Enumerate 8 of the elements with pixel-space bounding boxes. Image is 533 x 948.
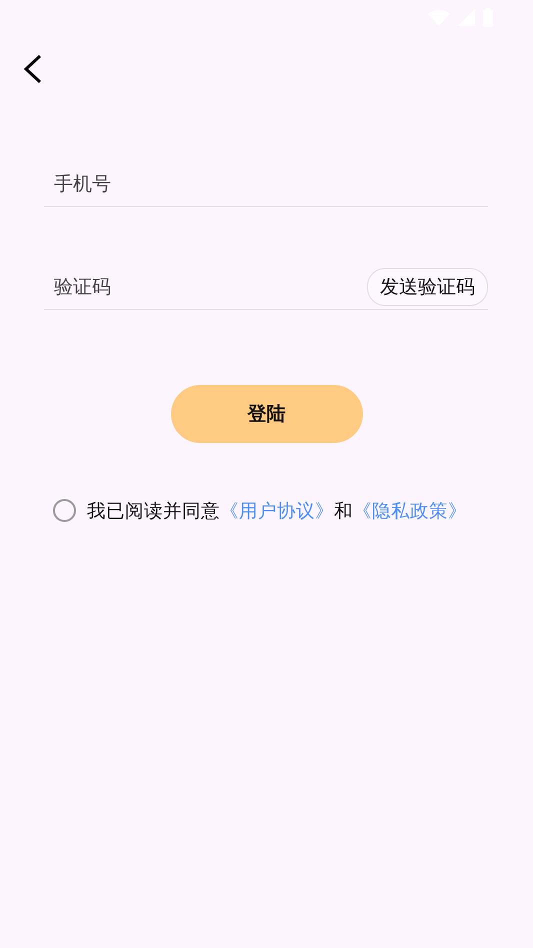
phone-input[interactable]: 手机号 xyxy=(44,173,488,195)
send-code-button[interactable]: 发送验证码 xyxy=(367,268,488,306)
back-icon[interactable] xyxy=(22,54,42,84)
login-button[interactable]: 登陆 xyxy=(170,385,362,443)
agree-radio[interactable] xyxy=(53,499,76,522)
agreement-text: 我已阅读并同意 xyxy=(87,500,220,523)
conjunction-text: 和 xyxy=(334,500,353,523)
code-input[interactable]: 验证码 xyxy=(44,276,367,298)
